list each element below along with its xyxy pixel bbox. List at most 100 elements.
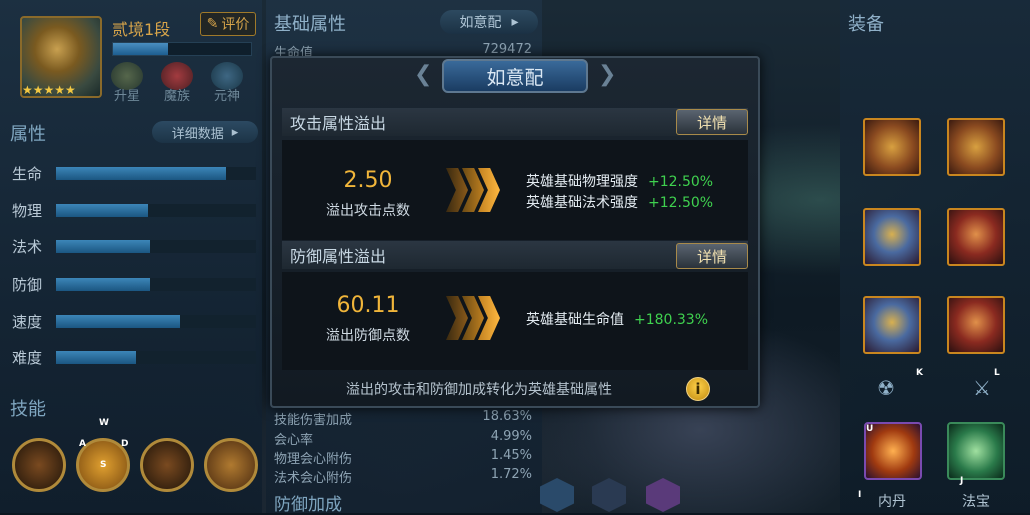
edit-icon: ✎: [206, 16, 219, 32]
inner-core-label: 内丹: [878, 494, 906, 510]
equip-slot-4[interactable]: [947, 208, 1005, 266]
treasure-label: 法宝: [962, 494, 990, 510]
base-row-value: 1.72%: [490, 467, 532, 482]
attack-overflow-label: 溢出攻击点数: [326, 203, 410, 219]
stat-bar-fill: [56, 240, 150, 253]
attack-bonus-line: 英雄基础物理强度 +12.50%: [526, 171, 713, 191]
stat-label: 生命: [12, 165, 43, 183]
equip-slot-3[interactable]: [863, 208, 921, 266]
equip-slot-1[interactable]: [863, 118, 921, 176]
key-hint-l: L: [994, 368, 1000, 378]
key-hint-d: D: [121, 439, 129, 449]
skill-3-icon[interactable]: [140, 438, 194, 492]
detail-data-label: 详细数据: [171, 126, 224, 142]
stat-row-physical: 物理: [12, 200, 256, 221]
race-demon-badge[interactable]: 魔族: [158, 62, 196, 104]
stat-label: 速度: [12, 313, 43, 331]
bonus-label: 英雄基础法术强度: [526, 195, 638, 211]
stat-bar: [56, 167, 256, 180]
key-hint-w: W: [99, 418, 109, 428]
stat-bar-fill: [56, 167, 226, 180]
skill-4-icon[interactable]: [204, 438, 258, 492]
treasure-slot[interactable]: [947, 422, 1005, 480]
arrow-chevrons-icon: [446, 168, 500, 212]
stat-bar-fill: [56, 204, 148, 217]
stat-label: 难度: [12, 349, 43, 367]
defense-bonus-line: 英雄基础生命值 +180.33%: [526, 309, 708, 329]
stat-bar: [56, 204, 256, 217]
rate-button-label: 评价: [221, 17, 250, 33]
overflow-footer-note: 溢出的攻击和防御加成转化为英雄基础属性: [346, 382, 612, 398]
xp-bar-fill: [113, 43, 169, 55]
stat-bar-fill: [56, 278, 150, 291]
stat-bar-fill: [56, 351, 136, 364]
spirit-label: 元神: [213, 89, 240, 104]
stat-bar-fill: [56, 315, 180, 328]
radiation-tab-icon[interactable]: ☢: [866, 376, 906, 406]
chevron-right-icon: ▸: [231, 124, 239, 140]
stat-bar: [56, 240, 256, 253]
attack-detail-button[interactable]: 详情: [676, 109, 748, 135]
equip-slot-2[interactable]: [947, 118, 1005, 176]
upgrade-star-label: 升星: [113, 89, 140, 104]
stat-row-speed: 速度: [12, 311, 256, 332]
hero-rank: 贰境1段: [112, 20, 171, 39]
key-hint-j: J: [960, 476, 964, 486]
base-row-value: 18.63%: [482, 409, 532, 424]
base-row-value: 4.99%: [490, 429, 532, 444]
sword-tab-icon[interactable]: ⚔: [962, 376, 1002, 406]
attack-overflow-title: 攻击属性溢出: [290, 114, 387, 133]
xp-bar: [112, 42, 252, 56]
bonus-value: +12.50%: [648, 195, 714, 211]
stat-label: 物理: [12, 202, 43, 220]
bonus-value: +12.50%: [648, 174, 714, 190]
base-row: 物理会心附伤 1.45%: [274, 448, 532, 467]
base-attributes-title: 基础属性: [274, 14, 346, 35]
stat-row-difficulty: 难度: [12, 347, 256, 368]
key-hint-u: U: [866, 424, 874, 434]
arrow-chevrons-icon: [446, 296, 500, 340]
stat-label: 法术: [12, 238, 43, 256]
stat-row-magic: 法术: [12, 236, 256, 257]
defense-bonus-title: 防御加成: [274, 495, 342, 515]
base-row: 会心率 4.99%: [274, 429, 532, 448]
defense-overflow-label: 溢出防御点数: [326, 328, 410, 344]
key-hint-i: I: [858, 490, 862, 500]
spirit-button[interactable]: 元神: [208, 62, 246, 104]
skill-1-icon[interactable]: [12, 438, 66, 492]
modal-title-wrap: 如意配: [410, 58, 620, 94]
equip-slot-6[interactable]: [947, 296, 1005, 354]
equipment-title: 装备: [848, 14, 884, 35]
defense-overflow-title: 防御属性溢出: [290, 247, 387, 266]
stat-label: 防御: [12, 276, 43, 294]
detail-data-button[interactable]: 详细数据 ▸: [152, 121, 258, 143]
bonus-value: +180.33%: [634, 312, 709, 328]
modal-title: 如意配: [442, 59, 588, 93]
base-row-label: 会心率: [274, 433, 314, 448]
bonus-label: 英雄基础物理强度: [526, 174, 638, 190]
ruyipei-button-label: 如意配: [459, 15, 502, 31]
skills-title: 技能: [10, 399, 46, 420]
bonus-label: 英雄基础生命值: [526, 312, 624, 328]
stat-row-defense: 防御: [12, 274, 256, 295]
race-label: 魔族: [163, 89, 190, 104]
defense-overflow-value: 60.11: [336, 293, 400, 318]
info-icon[interactable]: i: [686, 377, 710, 401]
base-row-value: 1.45%: [490, 448, 532, 463]
key-hint-a: A: [79, 439, 86, 449]
hero-tag-icons: 升星 魔族 元神: [108, 62, 246, 104]
skill-list: [12, 438, 258, 492]
base-row: 技能伤害加成 18.63%: [274, 409, 532, 428]
chevron-right-icon: ▸: [511, 14, 519, 30]
upgrade-star-button[interactable]: 升星: [108, 62, 146, 104]
stat-row-hp: 生命: [12, 163, 256, 184]
attack-bonus-line: 英雄基础法术强度 +12.50%: [526, 192, 713, 212]
key-hint-k: K: [916, 368, 923, 378]
base-row: 法术会心附伤 1.72%: [274, 467, 532, 486]
defense-detail-button[interactable]: 详情: [676, 243, 748, 269]
base-row-label: 物理会心附伤: [274, 452, 353, 467]
rate-button[interactable]: ✎ 评价: [200, 12, 256, 36]
equip-slot-5[interactable]: [863, 296, 921, 354]
ruyipei-button[interactable]: 如意配 ▸: [440, 10, 538, 34]
hero-stars: ★★★★★: [22, 83, 76, 97]
